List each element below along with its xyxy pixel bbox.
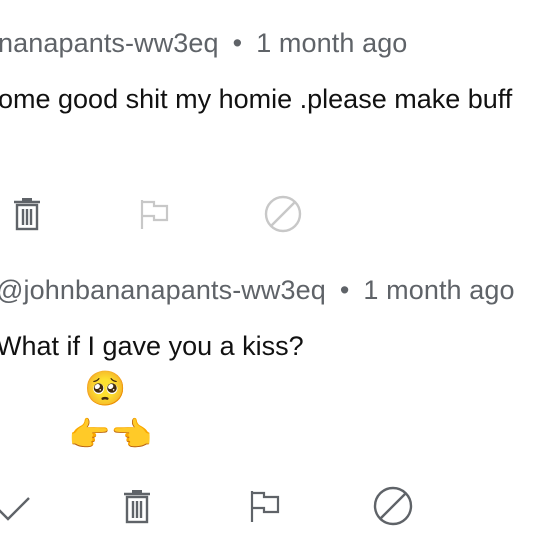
comment-author[interactable]: @johnbananapants-ww3eq xyxy=(0,275,326,305)
approve-button[interactable] xyxy=(0,486,36,530)
block-button[interactable] xyxy=(261,192,305,236)
comment-timestamp[interactable]: 1 month ago xyxy=(363,275,514,305)
pointing-fingers-emoji: 👉👈 xyxy=(68,416,153,454)
separator-dot: • xyxy=(339,275,350,305)
comment-text: What if I gave you a kiss? xyxy=(0,331,304,361)
block-icon xyxy=(264,195,302,233)
comment-author[interactable]: nanapants-ww3eq xyxy=(0,28,219,58)
block-icon xyxy=(373,486,413,526)
report-button[interactable] xyxy=(243,484,287,528)
delete-button[interactable] xyxy=(115,484,159,528)
trash-icon xyxy=(14,198,40,231)
trash-icon xyxy=(124,490,150,524)
comment-header: nanapants-ww3eq • 1 month ago xyxy=(0,28,407,59)
block-button[interactable] xyxy=(371,484,415,528)
comment-header: @johnbananapants-ww3eq • 1 month ago xyxy=(0,275,515,306)
flag-icon xyxy=(140,200,169,229)
comment-text: ome good shit my homie .please make buff xyxy=(0,84,513,114)
flag-icon xyxy=(250,491,280,522)
separator-dot: • xyxy=(232,28,243,58)
pleading-face-emoji: 🥺 xyxy=(84,370,127,408)
comment-timestamp[interactable]: 1 month ago xyxy=(256,28,407,58)
checkmark-icon xyxy=(0,497,30,521)
delete-button[interactable] xyxy=(5,192,49,236)
report-button[interactable] xyxy=(133,192,177,236)
